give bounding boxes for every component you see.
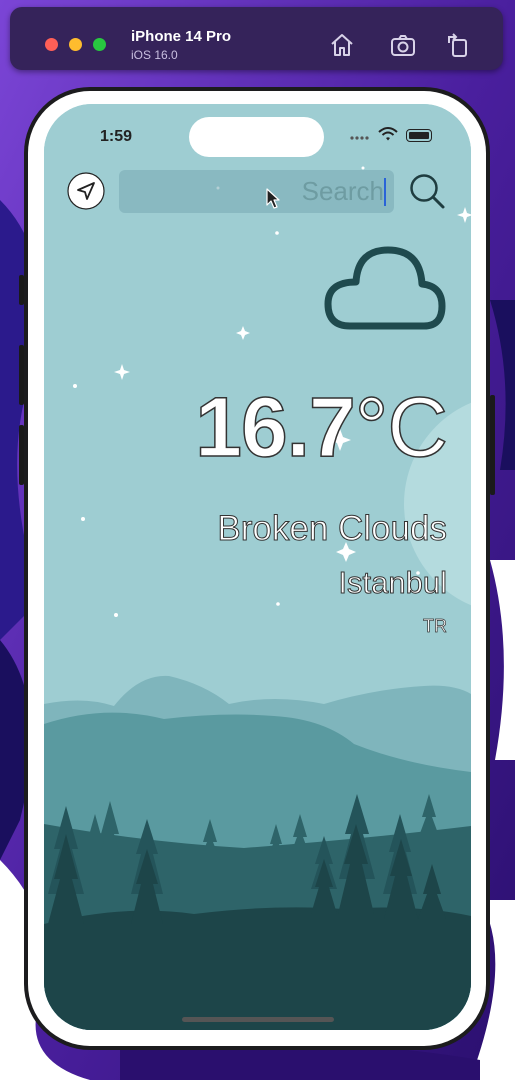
volume-down-button — [19, 425, 24, 485]
close-window-button[interactable] — [45, 38, 58, 51]
mouse-pointer-icon — [266, 188, 280, 209]
location-arrow-icon — [67, 172, 105, 210]
battery-icon — [406, 129, 432, 142]
mute-switch — [19, 275, 24, 305]
text-caret — [384, 178, 386, 206]
home-indicator — [182, 1017, 334, 1022]
search-input[interactable] — [144, 176, 384, 206]
magnifier-icon — [410, 174, 445, 209]
country-code: TR — [423, 616, 448, 637]
search-field[interactable] — [119, 170, 394, 213]
city-name: Istanbul — [338, 565, 448, 601]
volume-up-button — [19, 345, 24, 405]
current-location-button[interactable] — [67, 172, 105, 210]
zoom-window-button[interactable] — [93, 38, 106, 51]
rotate-button[interactable] — [444, 31, 472, 59]
screenshot-icon — [391, 35, 415, 56]
cellular-signal-icon — [350, 136, 369, 140]
status-time: 1:59 — [100, 128, 133, 145]
phone-screen: 1:59 16.7°C Broken Clouds Istanbul TR — [44, 104, 471, 1030]
screenshot-button[interactable] — [389, 31, 417, 59]
rotate-icon — [448, 33, 467, 57]
temperature-display: 16.7°C — [194, 380, 449, 474]
power-button — [490, 395, 495, 495]
temperature-unit: °C — [354, 380, 449, 474]
weather-description: Broken Clouds — [217, 509, 448, 549]
home-icon — [331, 34, 353, 56]
minimize-window-button[interactable] — [69, 38, 82, 51]
os-version: iOS 16.0 — [131, 48, 178, 62]
cloud-icon — [324, 246, 446, 330]
simulator-title-bar: iPhone 14 Pro iOS 16.0 — [10, 7, 503, 70]
search-button[interactable] — [406, 170, 448, 212]
temperature-value: 16.7 — [194, 380, 356, 474]
device-name: iPhone 14 Pro — [131, 28, 232, 45]
dynamic-island — [189, 117, 324, 157]
home-button[interactable] — [328, 31, 356, 59]
wifi-icon — [378, 127, 398, 141]
